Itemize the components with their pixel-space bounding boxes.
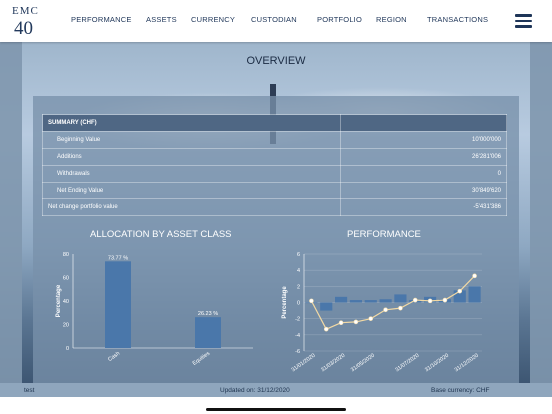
summary-header-value — [340, 114, 507, 132]
performance-chart: -6 -4 -2 0 2 4 6 31/01/2020 31/03/2020 31/05/2020… — [282, 252, 482, 374]
footer-user: test — [24, 387, 35, 394]
data-label: 73.77 % — [108, 255, 128, 261]
data-point — [383, 307, 388, 313]
y-tick-label: 0 — [66, 346, 69, 352]
data-point — [457, 288, 463, 294]
data-label: 26.23 % — [198, 311, 218, 317]
summary-table: SUMMARY (CHF) Beginning Value 10'000'000… — [42, 114, 507, 217]
nav-assets[interactable]: ASSETS — [146, 15, 177, 24]
x-tick-label: 31/03/2020 — [320, 353, 346, 374]
data-point — [427, 298, 433, 304]
row-value: 0 — [340, 164, 507, 183]
logo-anniversary: 40 — [14, 18, 33, 39]
emc-logo[interactable]: EMC 40 — [8, 4, 48, 40]
bar — [335, 296, 348, 303]
y-axis-label: Percentage — [282, 286, 288, 319]
row-label: Net change portfolio value — [42, 198, 341, 217]
y-tick-label: 4 — [297, 268, 300, 274]
row-value: 10'000'000 — [340, 130, 507, 149]
data-point — [323, 326, 329, 332]
x-tick-label: 31/07/2020 — [394, 353, 420, 374]
row-label: Net Ending Value — [42, 181, 341, 200]
bar — [105, 261, 131, 348]
right-margin — [530, 42, 552, 387]
x-tick-label: Cash — [107, 351, 121, 363]
row-value: 30'849'620 — [340, 181, 507, 200]
footer-bar: test Updated on: 31/12/2020 Base currenc… — [0, 383, 552, 397]
row-value: 26'281'006 — [340, 147, 507, 166]
performance-chart-title: PERFORMANCE — [347, 229, 421, 240]
summary-header: SUMMARY (CHF) — [42, 114, 341, 132]
y-tick-label: 80 — [63, 252, 69, 258]
data-point — [368, 316, 374, 321]
y-axis-label: Percentage — [56, 284, 62, 317]
y-tick-label: 60 — [63, 276, 69, 282]
x-tick-label: 31/01/2020 — [291, 353, 317, 374]
table-row: Withdrawals 0 — [42, 164, 507, 183]
table-row: Beginning Value 10'000'000 — [42, 130, 507, 149]
footer-currency: Base currency: CHF — [431, 387, 490, 394]
y-tick-label: -4 — [295, 333, 300, 339]
data-point — [472, 273, 477, 279]
data-point — [398, 305, 403, 311]
top-header: EMC 40 PERFORMANCE ASSETS CURRENCY CUSTO… — [0, 0, 552, 42]
footer-updated: Updated on: 31/12/2020 — [220, 387, 290, 394]
row-label: Beginning Value — [42, 130, 341, 149]
y-tick-label: -6 — [295, 349, 300, 355]
allocation-chart-title: ALLOCATION BY ASSET CLASS — [90, 229, 232, 240]
allocation-chart: 0 20 40 60 80 73.77 % Cash 26.23 % Equities Perce… — [56, 252, 253, 367]
bar — [468, 286, 481, 303]
row-label: Additions — [42, 147, 341, 166]
x-tick-label: 31/10/2020 — [424, 353, 450, 374]
bottom-safe-area — [0, 397, 552, 414]
y-tick-label: 6 — [297, 252, 300, 258]
nav-transactions[interactable]: TRANSACTIONS — [427, 15, 488, 24]
data-point — [442, 297, 448, 303]
page-title: OVERVIEW — [246, 55, 306, 67]
data-point — [412, 297, 418, 303]
table-row: Net Ending Value 30'849'620 — [42, 181, 507, 200]
y-tick-label: -2 — [295, 317, 300, 323]
y-tick-label: 0 — [297, 301, 300, 307]
x-tick-label: 31/12/2020 — [454, 353, 480, 374]
x-tick-label: Equities — [192, 351, 212, 367]
y-tick-label: 2 — [297, 284, 300, 290]
left-margin — [0, 42, 22, 387]
nav-currency[interactable]: CURRENCY — [191, 15, 235, 24]
nav-performance[interactable]: PERFORMANCE — [71, 15, 132, 24]
logo-brand: EMC — [12, 5, 39, 17]
data-point — [353, 319, 359, 325]
nav-custodian[interactable]: CUSTODIAN — [251, 15, 297, 24]
row-label: Withdrawals — [42, 164, 341, 183]
bar — [195, 317, 221, 348]
summary-header-row: SUMMARY (CHF) — [42, 114, 507, 132]
nav-region[interactable]: REGION — [376, 15, 407, 24]
menu-icon[interactable] — [515, 14, 532, 28]
table-row: Net change portfolio value -5'431'386 — [42, 198, 507, 217]
home-indicator[interactable] — [206, 408, 346, 411]
y-tick-label: 40 — [63, 299, 69, 305]
x-tick-label: 31/05/2020 — [350, 353, 376, 374]
y-tick-label: 20 — [63, 323, 69, 329]
bar — [320, 302, 333, 311]
bar — [349, 300, 362, 303]
bar — [364, 300, 377, 303]
nav-portfolio[interactable]: PORTFOLIO — [317, 15, 362, 24]
bar — [379, 299, 392, 303]
data-point — [338, 320, 344, 326]
row-value: -5'431'386 — [340, 198, 507, 217]
data-point — [309, 298, 314, 304]
table-row: Additions 26'281'006 — [42, 147, 507, 166]
bar — [394, 294, 407, 303]
